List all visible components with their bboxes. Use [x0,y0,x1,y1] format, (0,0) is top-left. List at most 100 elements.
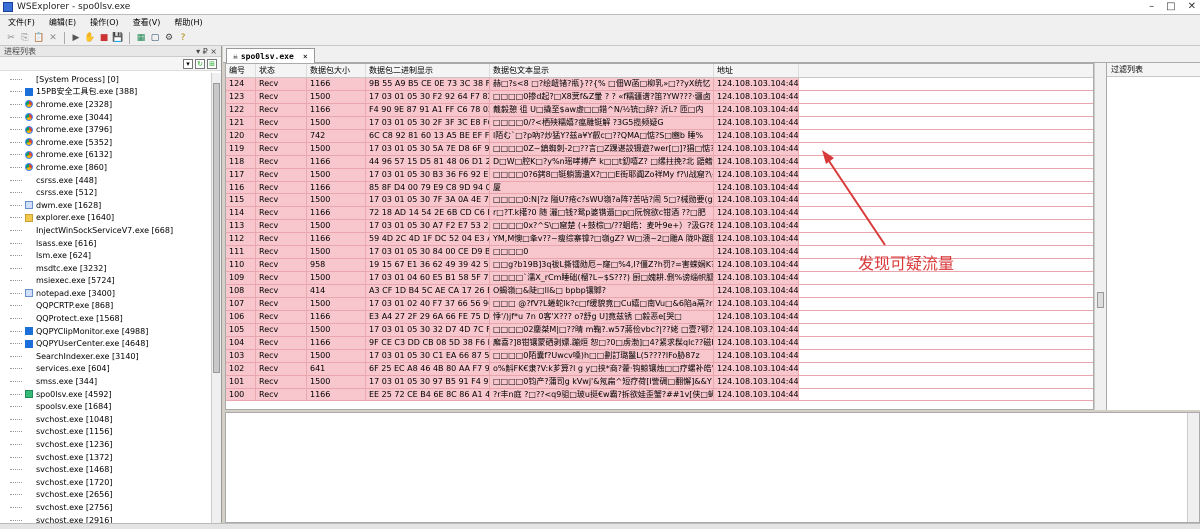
process-item[interactable]: 15PB安全工具包.exe [388] [0,86,212,99]
cell-id: 103 [226,349,256,362]
table-row[interactable]: 116 Recv 1166 85 8F D4 00 79 E9 C8 9D 94 0.… [226,181,1093,195]
process-item[interactable]: svchost.exe [1156] [0,426,212,439]
process-item[interactable]: svchost.exe [1720] [0,476,212,489]
table-row[interactable]: 124 Recv 1166 9B 55 A9 B5 CE 0E 73 3C 38 F.… [226,78,1093,91]
menu-view[interactable]: 查看(V) [133,17,161,28]
process-item[interactable]: chrome.exe [5352] [0,136,212,149]
table-row[interactable]: 105 Recv 1500 17 03 01 05 30 32 D7 4D 7C F.… [226,323,1093,337]
minimize-button[interactable]: – [1149,1,1154,12]
table-row[interactable]: 103 Recv 1500 17 03 01 05 30 C1 EA 66 87 55… [226,349,1093,363]
table-row[interactable]: 121 Recv 1500 17 03 01 05 30 2F 3F 3C E8 F6… [226,116,1093,130]
table-row[interactable]: 117 Recv 1500 17 03 01 05 30 B3 36 F6 92 E7… [226,168,1093,182]
table-row[interactable]: 111 Recv 1500 17 03 01 05 30 84 00 CE D9 B.… [226,246,1093,260]
table-row[interactable]: 108 Recv 414 A3 CF 1D B4 5C AE CA 17 26 E..… [226,285,1093,298]
process-item[interactable]: dwm.exe [1628] [0,199,212,212]
packet-detail-pane[interactable] [225,412,1200,523]
table-row[interactable]: 102 Recv 641 6F 25 EC A8 46 4B 80 AA F7 9..… [226,362,1093,376]
window-icon[interactable]: ▢ [150,33,160,43]
process-item[interactable]: svchost.exe [1236] [0,438,212,451]
close-button[interactable]: ✕ [1188,1,1196,12]
process-item[interactable]: services.exe [604] [0,363,212,376]
process-item[interactable]: chrome.exe [3044] [0,111,212,124]
table-row[interactable]: 100 Recv 1166 EE 25 72 CE B4 6E 8C 86 A1 4F… [226,388,1093,402]
process-item[interactable]: svchost.exe [1048] [0,413,212,426]
refresh-icon[interactable]: ↻ [195,58,205,69]
table-row[interactable]: 114 Recv 1166 72 18 AD 14 54 2E 6B CD C6 E.… [226,207,1093,221]
menu-help[interactable]: 帮助(H) [174,17,202,28]
table-row[interactable]: 110 Recv 958 19 15 67 E1 36 62 49 39 42 5D.… [226,259,1093,273]
process-item[interactable]: svchost.exe [1468] [0,463,212,476]
process-item[interactable]: msdtc.exe [3232] [0,262,212,275]
tab-close-icon[interactable]: × [303,52,308,61]
table-row[interactable]: 104 Recv 1166 9F CE C3 DD CB 08 5D 38 F6 E.… [226,336,1093,350]
process-item[interactable]: chrome.exe [3796] [0,123,212,136]
process-item[interactable]: notepad.exe [3400] [0,287,212,300]
col-size[interactable]: 数据包大小 [307,64,366,77]
tab-spo0lsv[interactable]: ☠ spo0lsv.exe × [226,48,315,63]
process-item[interactable]: explorer.exe [1640] [0,212,212,225]
process-item[interactable]: smss.exe [344] [0,375,212,388]
process-list-scrollbar[interactable] [211,73,221,529]
settings-icon[interactable]: ⚙ [164,33,174,43]
table-row[interactable]: 120 Recv 742 6C C8 92 81 60 13 A5 BE EF FF.… [226,129,1093,143]
filter-icon[interactable]: ⊞ [207,58,217,69]
menu-action[interactable]: 操作(O) [90,17,119,28]
process-item[interactable]: QQPYClipMonitor.exe [4988] [0,325,212,338]
table-row[interactable]: 107 Recv 1500 17 03 01 02 40 F7 37 66 56 90… [226,297,1093,311]
cut-icon[interactable]: ✂ [6,33,16,43]
process-item[interactable]: lsass.exe [616] [0,237,212,250]
detail-scrollbar[interactable] [1187,413,1199,522]
maximize-button[interactable]: □ [1166,1,1175,12]
process-item[interactable]: chrome.exe [2328] [0,98,212,111]
table-row[interactable]: 109 Recv 1500 17 03 01 04 60 E5 B1 58 5F 72… [226,272,1093,285]
process-item[interactable]: chrome.exe [860] [0,161,212,174]
scrollbar-thumb[interactable] [213,83,220,373]
process-item[interactable]: svchost.exe [1372] [0,451,212,464]
col-id[interactable]: 编号 [226,64,256,77]
scrollbar-thumb[interactable] [1097,292,1104,308]
table-row[interactable]: 119 Recv 1500 17 03 01 05 30 5A 7E D8 6F 9E… [226,142,1093,156]
paste-icon[interactable]: 📋 [33,33,44,43]
process-item[interactable]: InjectWinSockServiceV7.exe [668] [0,224,212,237]
stop-icon[interactable]: ■ [99,33,109,43]
col-text[interactable]: 数据包文本显示 [490,64,714,77]
panel-pin-controls[interactable]: ▾ ₽ × [196,47,217,56]
copy-icon[interactable]: ⎘ [20,33,30,43]
table-row[interactable]: 122 Recv 1166 F4 90 9E 87 91 A1 FF C6 78 02… [226,103,1093,117]
dropdown-icon[interactable]: ▾ [183,58,193,69]
table-row[interactable]: 101 Recv 1500 17 03 01 05 30 97 B5 91 F4 9D… [226,375,1093,389]
table-row[interactable]: 112 Recv 1166 59 4D 2C 4D 1F DC 52 04 E3 A.… [226,233,1093,247]
process-item[interactable]: spoolsv.exe [1684] [0,400,212,413]
process-item[interactable]: svchost.exe [2656] [0,489,212,502]
table-row[interactable]: 123 Recv 1500 17 03 01 05 30 F2 92 64 F7 82… [226,90,1093,104]
process-item[interactable]: chrome.exe [6132] [0,149,212,162]
menu-edit[interactable]: 编辑(E) [49,17,76,28]
process-item[interactable]: [System Process] [0] [0,73,212,86]
process-item[interactable]: QQPYUserCenter.exe [4648] [0,337,212,350]
play-icon[interactable]: ▶ [71,33,81,43]
col-binary[interactable]: 数据包二进制显示 [366,64,490,77]
menu-file[interactable]: 文件(F) [8,17,35,28]
process-item[interactable]: lsm.exe [624] [0,249,212,262]
save-icon[interactable]: 💾 [112,33,123,43]
process-item[interactable]: SearchIndexer.exe [3140] [0,350,212,363]
col-address[interactable]: 地址 [714,64,799,77]
grid-icon[interactable]: ▦ [136,33,146,43]
hand-icon[interactable]: ✋ [84,33,95,43]
process-item[interactable]: msiexec.exe [5724] [0,275,212,288]
delete-icon[interactable]: ✕ [48,33,58,43]
table-row[interactable]: 113 Recv 1500 17 03 01 05 30 A7 F2 E7 53 28… [226,220,1093,234]
table-scrollbar[interactable] [1094,63,1106,410]
process-item[interactable]: QQProtect.exe [1568] [0,312,212,325]
process-item[interactable]: svchost.exe [2756] [0,501,212,514]
col-status[interactable]: 状态 [256,64,307,77]
tree-connector [10,393,22,395]
process-item[interactable]: spo0lsv.exe [4592] [0,388,212,401]
table-row[interactable]: 115 Recv 1500 17 03 01 05 30 7F 3A 0A 4E 7C… [226,194,1093,208]
help-icon[interactable]: ? [178,33,188,43]
process-item[interactable]: QQPCRTP.exe [868] [0,300,212,313]
process-item[interactable]: csrss.exe [512] [0,186,212,199]
table-row[interactable]: 118 Recv 1166 44 96 57 15 D5 81 48 06 D1 2.… [226,155,1093,169]
process-item[interactable]: csrss.exe [448] [0,174,212,187]
table-row[interactable]: 106 Recv 1166 E3 A4 27 2F 29 6A 66 FE 75 DB… [226,310,1093,324]
